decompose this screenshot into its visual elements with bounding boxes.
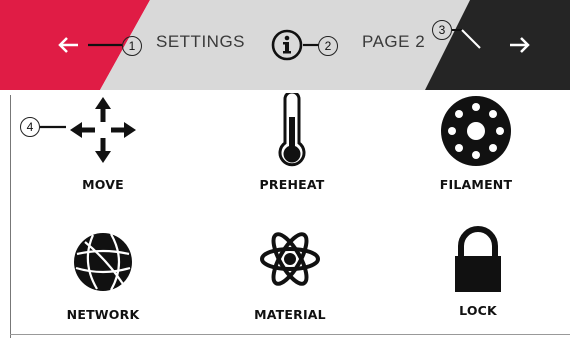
network-tile[interactable]: NETWORK — [28, 218, 178, 338]
material-tile[interactable]: MATERIAL — [215, 218, 365, 338]
next-page-button[interactable] — [500, 30, 540, 60]
move-tile[interactable]: MOVE — [28, 95, 178, 215]
callout-1: 1 — [122, 36, 142, 56]
move-arrows-icon — [70, 97, 136, 163]
back-button[interactable] — [50, 30, 90, 60]
atom-icon — [260, 232, 320, 286]
arrow-left-icon — [58, 37, 78, 53]
callout-1-leader — [88, 43, 122, 47]
globe-network-icon — [74, 233, 132, 291]
filament-spool-icon — [441, 96, 511, 166]
callout-2: 2 — [318, 36, 338, 56]
page-indicator: PAGE 2 — [362, 32, 426, 51]
settings-title: SETTINGS — [156, 32, 246, 51]
preheat-label: PREHEAT — [259, 177, 325, 192]
top-navigation-bar: 1 SETTINGS 2 PAGE 2 3 — [0, 0, 570, 90]
info-button[interactable] — [270, 28, 304, 62]
callout-3-leader — [452, 29, 481, 49]
thermometer-icon — [278, 93, 306, 167]
padlock-icon — [455, 226, 501, 292]
material-label: MATERIAL — [254, 307, 326, 322]
lock-tile[interactable]: LOCK — [403, 218, 553, 338]
preheat-tile[interactable]: PREHEAT — [217, 93, 367, 215]
filament-tile[interactable]: FILAMENT — [401, 95, 551, 215]
network-label: NETWORK — [66, 307, 140, 322]
info-icon — [271, 29, 303, 61]
callout-3: 3 — [432, 20, 452, 40]
move-label: MOVE — [82, 177, 124, 192]
lock-label: LOCK — [459, 303, 497, 318]
left-border-line — [10, 95, 11, 338]
arrow-right-icon — [510, 37, 530, 53]
filament-label: FILAMENT — [439, 177, 513, 192]
